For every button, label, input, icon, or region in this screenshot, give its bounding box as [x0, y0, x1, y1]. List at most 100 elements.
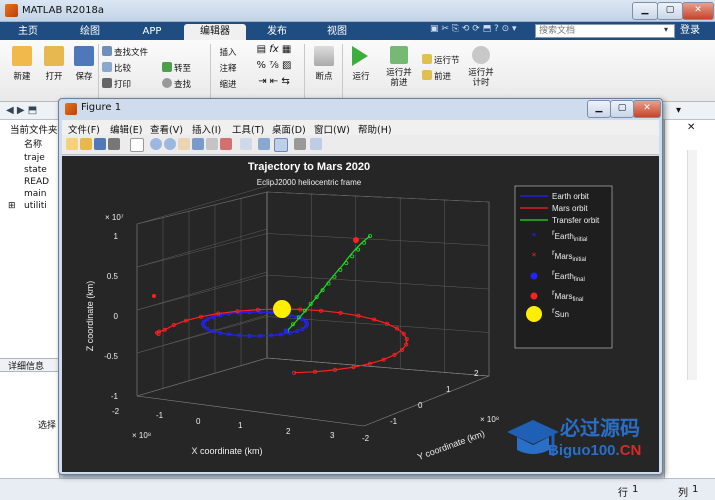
back-forward-icons[interactable]: ◀ ▶ ⬒ [6, 105, 37, 116]
name-column-header[interactable]: 名称 [24, 137, 42, 150]
save-figure-icon[interactable] [94, 138, 106, 150]
search-input[interactable]: 搜索文档 [535, 24, 675, 38]
print-button[interactable]: 打印 [114, 78, 144, 90]
insert-button[interactable]: 插入 [216, 46, 240, 58]
close-button[interactable]: ✕ [682, 2, 714, 20]
app-title: MATLAB R2018a [22, 5, 105, 16]
gridline [266, 233, 490, 246]
ribbon-divider [342, 44, 343, 98]
find-button[interactable]: 查找 [174, 78, 204, 90]
menu-help[interactable]: 帮助(H) [358, 122, 392, 136]
figure-menubar: 文件(F) 编辑(E) 查看(V) 插入(I) 工具(T) 桌面(D) 窗口(W… [62, 120, 659, 136]
breakpoints-button[interactable]: 断点 [306, 70, 342, 82]
find-files-button[interactable]: 查找文件 [114, 46, 154, 58]
comment-button[interactable]: 注释 [216, 62, 240, 74]
menu-file[interactable]: 文件(F) [68, 122, 100, 136]
file-item[interactable]: main [24, 189, 47, 199]
compare-button[interactable]: 比较 [114, 62, 144, 74]
open-button[interactable]: 打开 [38, 70, 70, 82]
quick-access-toolbar[interactable]: ▣ ✂ ⎘ ⟲ ⟳ ⬒ ? ⊙ ▾ [430, 24, 530, 38]
new-figure-icon[interactable] [66, 138, 78, 150]
pan-icon[interactable] [178, 138, 190, 150]
legend-entry: Mars orbit [552, 204, 588, 213]
advance-button[interactable]: 前进 [434, 70, 464, 82]
col-label: 列 [678, 488, 688, 499]
format-icons[interactable]: ▤ fx ▦ [244, 44, 304, 55]
figure-close-button[interactable]: ✕ [633, 100, 661, 118]
tab-view[interactable]: 视图 [315, 24, 359, 40]
run-and-time-button[interactable]: 运行并 计时 [464, 68, 498, 88]
run-and-advance-button[interactable]: 运行并 前进 [382, 68, 416, 88]
file-item[interactable]: READ [24, 177, 49, 187]
file-item[interactable]: traje [24, 153, 45, 163]
folder-expand-icon[interactable]: ⊞ [8, 201, 16, 211]
legend-icon[interactable] [274, 138, 288, 152]
gridline [136, 274, 268, 311]
show-plot-tools-icon[interactable] [310, 138, 322, 150]
indent-button[interactable]: 缩进 [216, 78, 240, 90]
z-gridline [136, 228, 268, 268]
menu-edit[interactable]: 编辑(E) [110, 122, 142, 136]
search-dropdown-icon[interactable]: ▾ [664, 25, 674, 37]
z-tick-label: 1 [114, 232, 119, 241]
z-gridline [136, 185, 268, 225]
zoom-out-icon[interactable] [164, 138, 176, 150]
open-file-icon[interactable] [80, 138, 92, 150]
chart-legend[interactable]: Earth orbitMars orbitTransfer orbit* rEar… [514, 185, 613, 349]
panel-title: 当前文件夹 [10, 125, 58, 136]
figure-minimize-button[interactable]: ▁ [587, 100, 611, 118]
brush-icon[interactable] [220, 138, 232, 150]
sun-marker [273, 300, 291, 318]
figure-toolbar [62, 135, 659, 155]
advance-icon [422, 70, 432, 80]
new-button[interactable]: 新建 [6, 70, 38, 82]
menu-desktop[interactable]: 桌面(D) [272, 122, 306, 136]
gridline [136, 316, 268, 354]
axes-box [136, 191, 490, 427]
address-expand-icon[interactable]: ▾ [676, 105, 681, 116]
tab-apps[interactable]: APP [130, 24, 174, 40]
edit-plot-icon[interactable] [130, 138, 144, 152]
hide-plot-tools-icon[interactable] [294, 138, 306, 150]
find-icon [162, 78, 172, 88]
tab-home[interactable]: 主页 [8, 24, 48, 40]
run-section-button[interactable]: 运行节 [434, 54, 464, 66]
save-button[interactable]: 保存 [68, 70, 100, 82]
figure-icon [65, 103, 77, 115]
tab-publish[interactable]: 发布 [254, 24, 300, 40]
transfer-orbit-marker [338, 267, 343, 272]
line-label: 行 [618, 488, 628, 499]
link-plot-icon[interactable] [240, 138, 252, 150]
folder-item[interactable]: utiliti [24, 201, 47, 211]
figure-maximize-button[interactable]: ▢ [610, 100, 634, 118]
print-figure-icon[interactable] [108, 138, 120, 150]
rotate-3d-icon[interactable] [192, 138, 204, 150]
indent-icons[interactable]: ⇥ ⇤ ⇆ [244, 76, 304, 87]
minimize-button[interactable]: ▁ [632, 2, 658, 20]
run-button[interactable]: 运行 [346, 70, 376, 82]
data-cursor-icon[interactable] [206, 138, 218, 150]
tab-plots[interactable]: 绘图 [68, 24, 112, 40]
menu-insert[interactable]: 插入(I) [192, 122, 221, 136]
x-tick-label: 0 [196, 417, 201, 426]
comment-icons[interactable]: % ⅞ ▨ [244, 60, 304, 71]
editor-close-icon[interactable]: ✕ [687, 122, 695, 133]
mars-orbit-line [155, 308, 408, 374]
tab-editor[interactable]: 编辑器 [184, 24, 246, 40]
earth-final-marker [283, 328, 289, 334]
menu-view[interactable]: 查看(V) [150, 122, 183, 136]
menu-tools[interactable]: 工具(T) [232, 122, 264, 136]
ribbon-divider [304, 44, 305, 98]
maximize-button[interactable]: ▢ [657, 2, 683, 20]
z-axis-label: Z coordinate (km) [85, 281, 95, 352]
colorbar-icon[interactable] [258, 138, 270, 150]
x-tick-label: 2 [286, 427, 291, 436]
goto-button[interactable]: 转至 [174, 62, 204, 74]
details-panel-header[interactable]: 详细信息 [0, 358, 60, 372]
login-link[interactable]: 登录 [680, 24, 712, 38]
zoom-in-icon[interactable] [150, 138, 162, 150]
gridline [136, 191, 268, 225]
file-item[interactable]: state [24, 165, 47, 175]
editor-scrollbar[interactable] [687, 150, 697, 380]
menu-window[interactable]: 窗口(W) [314, 122, 350, 136]
